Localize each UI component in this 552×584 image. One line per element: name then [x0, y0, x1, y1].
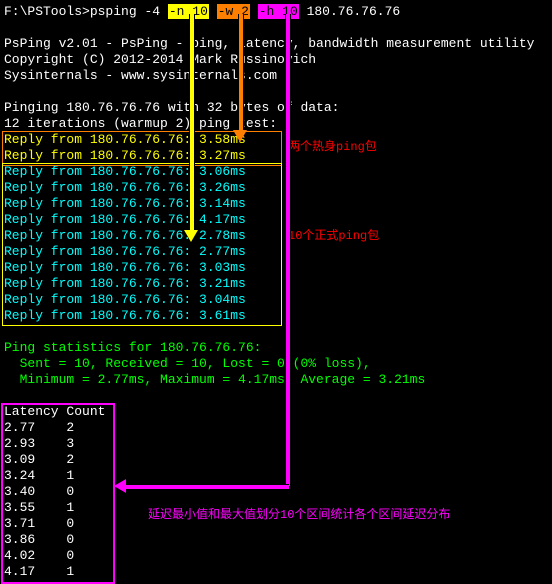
warmup-reply: Reply from 180.76.76.76: 3.58ms — [4, 132, 548, 148]
hist-row: 4.02 0 — [4, 548, 548, 564]
reply-line: Reply from 180.76.76.76: 3.61ms — [4, 308, 548, 324]
reply-line: Reply from 180.76.76.76: 4.17ms — [4, 212, 548, 228]
hist-row: 4.17 1 — [4, 564, 548, 580]
stats-sent: Sent = 10, Received = 10, Lost = 0 (0% l… — [4, 356, 548, 372]
stats-head: Ping statistics for 180.76.76.76: — [4, 340, 548, 356]
hist-row: 3.40 0 — [4, 484, 548, 500]
annot-warmup: 两个热身ping包 — [288, 139, 377, 155]
flag-n: -n 10 — [168, 4, 209, 19]
hist-row: 3.09 2 — [4, 452, 548, 468]
hist-row: 2.93 3 — [4, 436, 548, 452]
hist-row: 2.77 2 — [4, 420, 548, 436]
hist-row: 3.86 0 — [4, 532, 548, 548]
annot-official: 10个正式ping包 — [288, 228, 379, 244]
header-line-1: PsPing v2.01 - PsPing - ping, latency, b… — [4, 36, 548, 52]
reply-line: Reply from 180.76.76.76: 3.21ms — [4, 276, 548, 292]
reply-line: Reply from 180.76.76.76: 3.03ms — [4, 260, 548, 276]
reply-line: Reply from 180.76.76.76: 3.04ms — [4, 292, 548, 308]
warmup-reply: Reply from 180.76.76.76: 3.27ms — [4, 148, 548, 164]
reply-line: Reply from 180.76.76.76: 3.14ms — [4, 196, 548, 212]
annot-histogram: 延迟最小值和最大值划分10个区间统计各个区间延迟分布 — [148, 507, 450, 523]
reply-line: Reply from 180.76.76.76: 3.06ms — [4, 164, 548, 180]
hist-head: Latency Count — [4, 404, 548, 420]
reply-line: Reply from 180.76.76.76: 2.78ms — [4, 228, 548, 244]
pinging-line-2: 12 iterations (warmup 2) ping test: — [4, 116, 548, 132]
reply-line: Reply from 180.76.76.76: 3.26ms — [4, 180, 548, 196]
hist-row: 3.24 1 — [4, 468, 548, 484]
stats-minmax: Minimum = 2.77ms, Maximum = 4.17ms, Aver… — [4, 372, 548, 388]
prompt-line: F:\PSTools>psping -4 -n 10 -w 2 -h 10 18… — [4, 4, 548, 20]
flag-w: -w 2 — [217, 4, 250, 19]
flag-h: -h 10 — [258, 4, 299, 19]
pinging-line-1: Pinging 180.76.76.76 with 32 bytes of da… — [4, 100, 548, 116]
header-line-3: Sysinternals - www.sysinternals.com — [4, 68, 548, 84]
header-line-2: Copyright (C) 2012-2014 Mark Russinovich — [4, 52, 548, 68]
reply-line: Reply from 180.76.76.76: 2.77ms — [4, 244, 548, 260]
